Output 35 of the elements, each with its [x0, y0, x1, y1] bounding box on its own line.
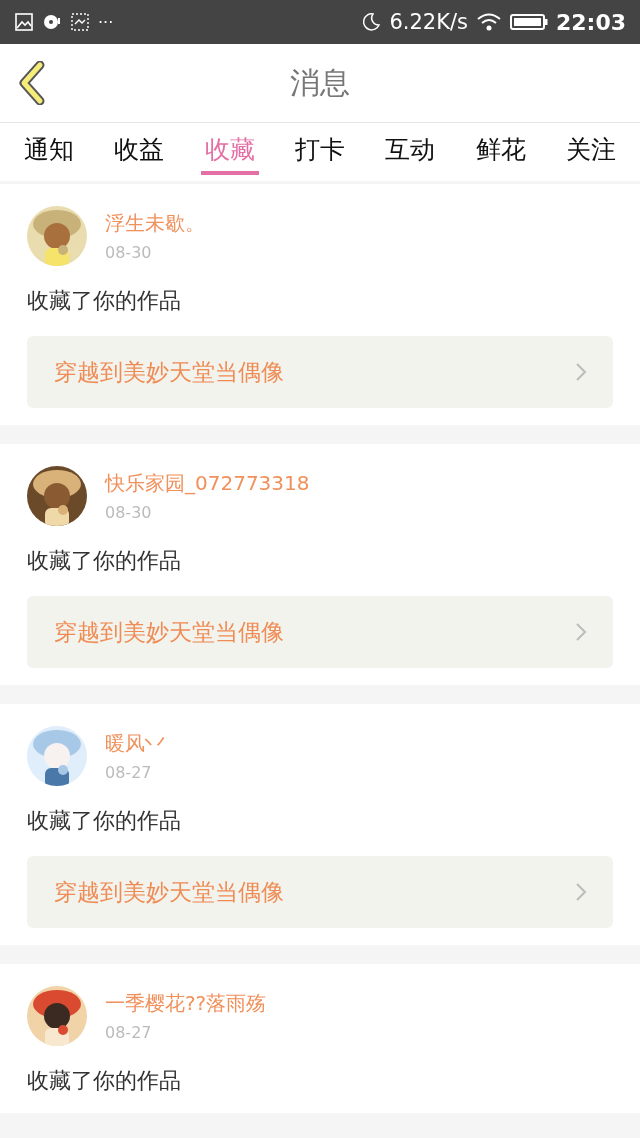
image-icon — [14, 12, 34, 32]
message-date: 08-27 — [105, 1023, 153, 1042]
disc-icon — [42, 12, 62, 32]
message-date: 08-27 — [105, 763, 153, 782]
tab[interactable]: 鲜花 — [471, 133, 530, 175]
user-name[interactable]: 一季樱花??落雨殇 — [105, 990, 267, 1017]
screenshot-icon — [70, 12, 90, 32]
user-name[interactable]: 快乐家园_072773318 — [105, 470, 310, 497]
work-link[interactable]: 穿越到美妙天堂当偶像 — [27, 856, 613, 928]
chevron-icon — [575, 622, 587, 642]
clock: 22:03 — [555, 9, 626, 35]
tab[interactable]: 打卡 — [291, 133, 349, 175]
tab[interactable]: 互动 — [381, 133, 440, 175]
message-text: 收藏了你的作品 — [27, 1067, 182, 1095]
work-link[interactable]: 穿越到美妙天堂当偶像 — [27, 336, 613, 408]
tab[interactable]: 收藏 — [200, 133, 259, 175]
tab[interactable]: 关注 — [561, 133, 620, 175]
chevron-icon — [575, 362, 587, 382]
user-name[interactable]: 浮生未歇。 — [105, 210, 205, 237]
moon-icon — [361, 12, 382, 32]
chevron-icon — [575, 882, 587, 902]
user-name[interactable]: 暖风丷 — [105, 730, 165, 757]
tab[interactable]: 通知 — [20, 133, 78, 175]
message-date: 08-30 — [105, 503, 153, 522]
page-title: 消息 — [290, 63, 350, 102]
more-notifications: ··· — [98, 12, 114, 32]
message-text: 收藏了你的作品 — [27, 807, 182, 835]
message-text: 收藏了你的作品 — [27, 287, 182, 315]
network-speed: 6.22K/s — [389, 10, 468, 34]
message-text: 收藏了你的作品 — [27, 547, 182, 575]
battery-icon — [509, 12, 548, 32]
tab[interactable]: 收益 — [110, 133, 169, 175]
wifi-icon — [475, 12, 502, 32]
work-link[interactable]: 穿越到美妙天堂当偶像 — [27, 596, 613, 668]
message-date: 08-30 — [105, 243, 153, 262]
